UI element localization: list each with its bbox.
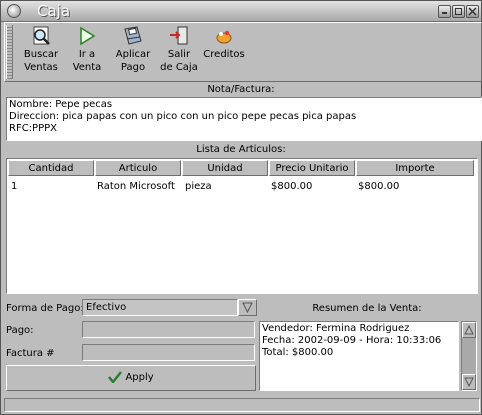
toolbar-grip[interactable] [6, 25, 13, 79]
forma-de-pago-select[interactable]: Efectivo [82, 299, 238, 316]
salir-de-caja-button[interactable]: Salir de Caja [157, 23, 201, 81]
minimize-icon[interactable] [438, 5, 451, 18]
salir-de-caja-label-2: de Caja [160, 62, 198, 73]
resumen-text[interactable]: Vendedor: Fermina Rodriguez Fecha: 2002-… [259, 321, 459, 391]
window-title: Caja [37, 2, 71, 20]
ir-a-venta-label-1: Ir a [78, 49, 96, 60]
arrow-up-icon [464, 324, 474, 335]
ir-a-venta-button[interactable]: Ir a Venta [67, 23, 107, 81]
nota-line: RFC:PPPX [9, 123, 57, 134]
factura-input[interactable] [82, 344, 255, 361]
nota-line: Direccion: pica papas con un pico con un… [9, 111, 357, 122]
lista-articulos-label: Lista de Articulos: [196, 144, 286, 155]
salir-de-caja-label-1: Salir [167, 49, 191, 60]
buscar-ventas-label-1: Buscar [23, 49, 59, 60]
cell-cantidad: 1 [11, 181, 18, 192]
resumen-scrollbar[interactable] [461, 321, 477, 391]
buscar-ventas-label-2: Ventas [24, 62, 58, 73]
scroll-up-button[interactable] [462, 322, 476, 338]
checkmark-icon [108, 371, 123, 385]
exit-door-icon [170, 26, 188, 45]
magnifier-icon [33, 26, 50, 45]
ir-a-venta-label-2: Venta [72, 62, 102, 73]
resumen-line: Fecha: 2002-09-09 - Hora: 10:33:06 [262, 335, 442, 346]
forma-de-pago-value: Efectivo [86, 302, 127, 313]
nota-factura-label: Nota/Factura: [207, 84, 275, 95]
aplicar-pago-button[interactable]: Aplicar Pago [109, 23, 157, 81]
close-icon[interactable] [466, 5, 479, 18]
table-row[interactable]: 1 Raton Microsoft pieza $800.00 $800.00 [7, 179, 475, 194]
cell-articulo: Raton Microsoft [97, 181, 175, 192]
credits-icon [216, 30, 232, 44]
caja-window: Caja Buscar Ventas Ir a Venta Aplicar Pa… [0, 0, 482, 415]
column-header-cantidad[interactable]: Cantidad [8, 160, 94, 176]
cell-unidad: pieza [185, 181, 212, 192]
status-bar [4, 398, 480, 412]
column-header-importe[interactable]: Importe [356, 160, 474, 176]
play-arrow-icon [80, 26, 96, 46]
column-header-articulo[interactable]: Articulo [95, 160, 181, 176]
resumen-line: Total: $800.00 [262, 347, 334, 358]
articulos-table[interactable]: Cantidad Articulo Unidad Precio Unitario… [6, 158, 478, 294]
pago-input[interactable] [82, 321, 255, 338]
pago-label: Pago: [6, 325, 34, 336]
creditos-label: Creditos [203, 49, 245, 60]
floppy-disk-icon [124, 26, 142, 45]
column-header-unidad[interactable]: Unidad [182, 160, 268, 176]
apply-button[interactable]: Apply [6, 365, 256, 391]
resumen-label: Resumen de la Venta: [312, 303, 422, 314]
forma-de-pago-label: Forma de Pago: [6, 303, 84, 314]
toolbar: Buscar Ventas Ir a Venta Aplicar Pago Sa… [4, 22, 482, 82]
cell-precio-unitario: $800.00 [271, 181, 313, 192]
title-bar[interactable]: Caja [1, 1, 481, 22]
buscar-ventas-button[interactable]: Buscar Ventas [17, 23, 65, 81]
dropdown-button[interactable] [238, 299, 257, 316]
aplicar-pago-label-1: Aplicar [115, 49, 151, 60]
maximize-icon[interactable] [452, 5, 465, 18]
resumen-line: Vendedor: Fermina Rodriguez [262, 323, 410, 334]
aplicar-pago-label-2: Pago [120, 62, 146, 73]
arrow-down-icon [464, 377, 474, 388]
chevron-down-icon [242, 302, 253, 314]
nota-factura-text[interactable]: Nombre: Pepe pecas Direccion: pica papas… [6, 97, 482, 141]
scroll-down-button[interactable] [462, 374, 476, 390]
column-header-precio-unitario[interactable]: Precio Unitario [269, 160, 355, 176]
apply-label: Apply [125, 372, 154, 383]
factura-label: Factura # [6, 348, 55, 359]
nota-line: Nombre: Pepe pecas [9, 99, 113, 110]
window-menu-icon[interactable] [7, 4, 21, 18]
creditos-button[interactable]: Creditos [201, 23, 247, 81]
cell-importe: $800.00 [358, 181, 400, 192]
